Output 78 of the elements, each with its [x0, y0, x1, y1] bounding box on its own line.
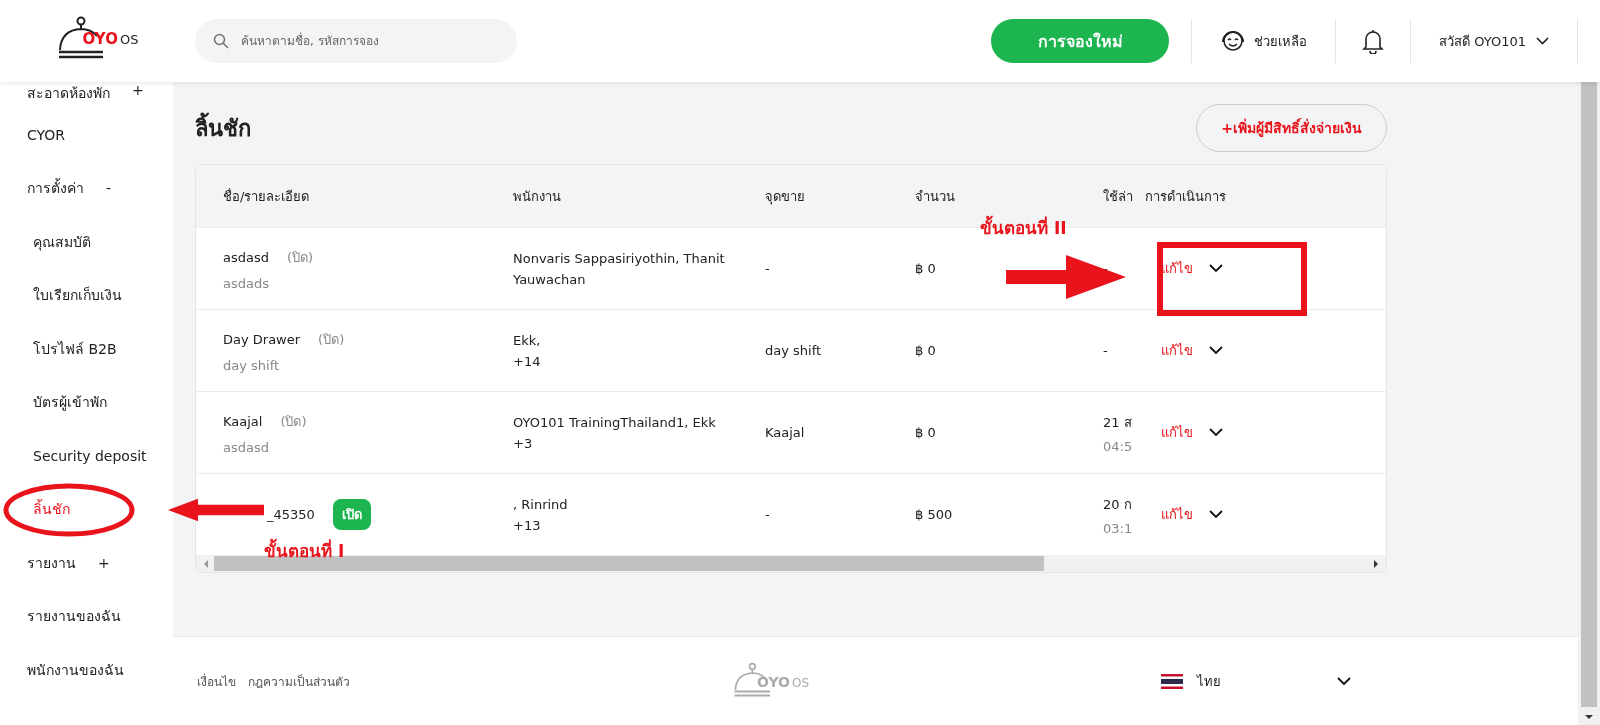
- last-used-text: -: [1103, 343, 1109, 358]
- footer-link[interactable]: เงื่อนไข: [197, 671, 236, 691]
- edit-button[interactable]: แก้ไข: [1161, 340, 1193, 361]
- last-used-text: 03:1: [1103, 520, 1134, 536]
- table-cell: -: [765, 261, 770, 276]
- staff-text: Nonvaris Sappasiriyothin, Thanit: [513, 250, 726, 266]
- logo-text: OYOOS: [82, 30, 139, 48]
- drawer-detail: asdasd: [223, 439, 270, 455]
- sidebar-item[interactable]: CYOR: [27, 119, 66, 150]
- scroll-right-icon[interactable]: [1372, 558, 1380, 569]
- column-header: จุดขาย: [765, 187, 806, 207]
- amount-cell: ฿ 0: [915, 261, 936, 276]
- vertical-scrollbar[interactable]: [1578, 82, 1600, 725]
- sidebar-item[interactable]: ใบเรียกเก็บเงิน: [33, 280, 122, 311]
- staff-text: OYO101 TrainingThailand1, Ekk: [513, 414, 717, 430]
- drawer-name: _45350: [267, 507, 315, 522]
- bell-icon[interactable]: [1362, 28, 1385, 54]
- sidebar-item[interactable]: รายงานของฉัน: [27, 601, 121, 632]
- page-title: ลิ้นชัก: [195, 110, 251, 146]
- chevron-down-icon[interactable]: [1209, 428, 1223, 437]
- last-used-text: 21 ส: [1103, 413, 1133, 432]
- footer-link[interactable]: กฎความเป็นส่วนตัว: [248, 671, 350, 691]
- search-field[interactable]: ค้นหาตามชื่อ, รหัสการจอง: [195, 19, 517, 63]
- chevron-down-icon[interactable]: [1209, 510, 1223, 519]
- drawer-name: Day Drawer: [223, 331, 301, 347]
- help-button[interactable]: ช่วยเหลือ: [1214, 28, 1314, 54]
- staff-text: +13: [513, 517, 542, 533]
- last-used-text: -: [1103, 261, 1109, 276]
- column-header: ใช้ล่า: [1103, 187, 1134, 206]
- column-header: พนักงาน: [513, 187, 562, 206]
- status-text: (ปิด): [318, 330, 345, 349]
- chevron-down-icon[interactable]: [1209, 264, 1223, 273]
- edit-button[interactable]: แก้ไข: [1161, 422, 1193, 443]
- chevron-down-icon: [1536, 37, 1549, 45]
- sidebar-item[interactable]: Security deposit: [33, 440, 147, 471]
- amount-cell: ฿ 500: [915, 507, 953, 522]
- drawer-name: Kaajal: [223, 413, 263, 429]
- chevron-down-icon: [1337, 676, 1351, 686]
- user-menu[interactable]: สวัสดี OYO101: [1433, 29, 1555, 53]
- language-select[interactable]: ไทย: [1155, 669, 1357, 693]
- edit-button[interactable]: แก้ไข: [1161, 504, 1193, 525]
- sidebar-item[interactable]: บัตรผู้เข้าพัก: [33, 387, 107, 418]
- step-label: ขั้นตอนที่ I: [264, 537, 345, 564]
- staff-text: Yauwachan: [513, 271, 587, 287]
- logo-text: OYO OS: [757, 674, 809, 690]
- scroll-down-icon[interactable]: [1584, 713, 1594, 721]
- amount-cell: ฿ 0: [915, 343, 936, 358]
- thai-flag-icon: [1161, 673, 1183, 689]
- status-text: (ปิด): [287, 248, 314, 267]
- headset-face-icon: [1220, 29, 1247, 53]
- drawer-name: asdasd: [223, 249, 269, 265]
- step-label: ขั้นตอนที่ II: [980, 214, 1067, 241]
- drawer-detail: day shift: [223, 357, 281, 373]
- last-used-text: 04:5: [1103, 438, 1134, 454]
- sidebar-item[interactable]: คุณสมบัติ: [33, 226, 91, 257]
- sidebar-item[interactable]: พนักงานของฉัน: [27, 654, 124, 685]
- column-header: ชื่อ/รายละเอียด: [222, 187, 311, 206]
- staff-text: +14: [513, 353, 542, 369]
- staff-text: +3: [513, 435, 534, 451]
- arrow-right-icon: [1006, 255, 1126, 299]
- table-cell: Kaajal: [765, 425, 805, 440]
- staff-text: Ekk,: [513, 332, 542, 348]
- status-text: (ปิด): [280, 412, 307, 431]
- status-badge: เปิด: [332, 499, 371, 530]
- sidebar-item[interactable]: สะอาดห้องพัก +: [27, 82, 144, 104]
- column-header: จำนวน: [915, 187, 956, 206]
- sidebar-item[interactable]: โปรไฟล์ B2B: [33, 333, 117, 364]
- sidebar-item[interactable]: รายงาน +: [27, 547, 110, 578]
- column-header: การดำเนินการ: [1145, 187, 1227, 206]
- table-cell: -: [765, 507, 770, 522]
- last-used-text: 20 ก: [1103, 495, 1133, 514]
- table-cell: day shift: [765, 343, 822, 358]
- chevron-down-icon[interactable]: [1209, 346, 1223, 355]
- staff-text: , Rinrind: [513, 496, 569, 512]
- sidebar-item[interactable]: การตั้งค่า -: [27, 173, 112, 204]
- amount-cell: ฿ 0: [915, 425, 936, 440]
- sidebar-item[interactable]: ลิ้นชัก: [33, 494, 70, 525]
- drawer-detail: asdads: [223, 275, 270, 291]
